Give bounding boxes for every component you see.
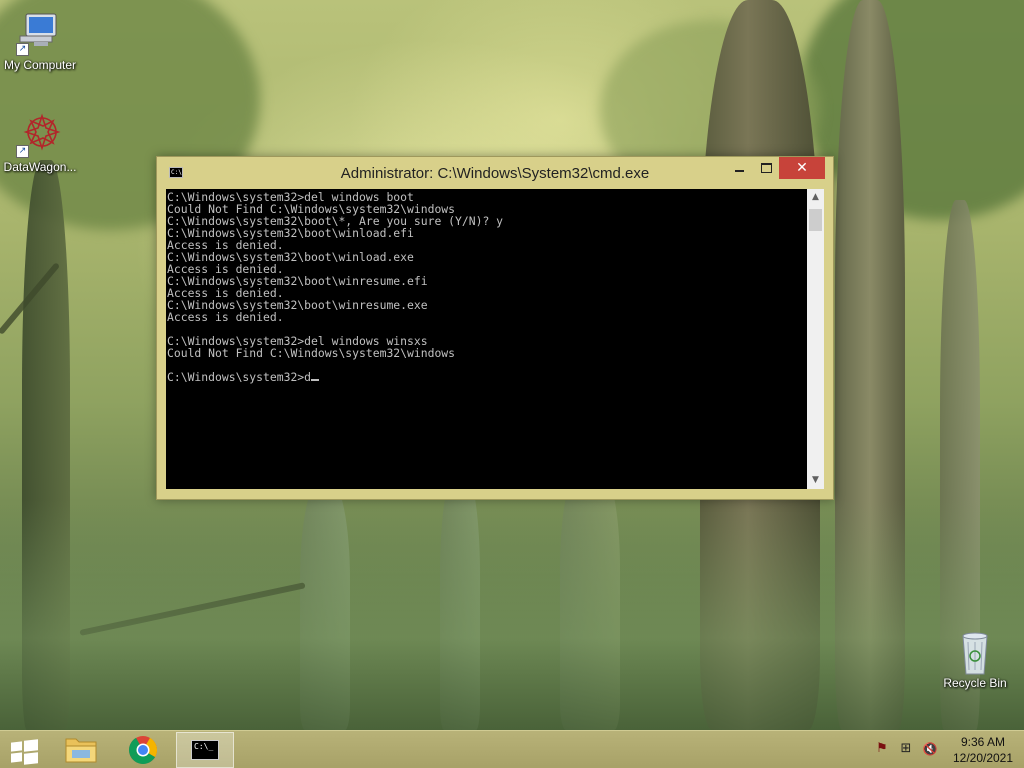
logo-pane	[11, 752, 22, 763]
maximize-icon	[760, 163, 772, 173]
vertical-scrollbar[interactable]: ▲ ▼	[807, 189, 824, 489]
title-bar[interactable]: C:\ Administrator: C:\Windows\System32\c…	[157, 157, 833, 189]
desktop-icon-label: DataWagon...	[3, 160, 77, 174]
close-icon: ✕	[796, 160, 808, 176]
console-output[interactable]: C:\Windows\system32>del windows boot Cou…	[166, 189, 807, 489]
taskbar-chrome[interactable]	[114, 732, 172, 768]
scroll-up-icon[interactable]: ▲	[807, 189, 824, 206]
logo-pane	[24, 739, 38, 752]
minimize-icon	[734, 170, 744, 172]
console-line: Access is denied.	[167, 310, 284, 324]
desktop-icon-label: My Computer	[3, 58, 77, 72]
taskbar-cmd[interactable]: C:\_	[176, 732, 234, 768]
shortcut-arrow-icon: ↗	[16, 145, 29, 158]
system-clock[interactable]: 9:36 AM 12/20/2021	[948, 734, 1018, 766]
console-line: Could Not Find C:\Windows\system32\windo…	[167, 346, 456, 360]
volume-muted-icon[interactable]: 🔇	[922, 741, 938, 757]
taskbar: C:\_ ⚑ ⊞ 🔇 9:36 AM 12/20/2021	[0, 730, 1024, 768]
datawagon-icon: ↗	[16, 112, 64, 158]
logo-pane	[11, 741, 22, 752]
computer-icon: ↗	[16, 10, 64, 56]
start-button[interactable]	[6, 736, 42, 766]
desktop-icon-my-computer[interactable]: ↗ My Computer	[0, 10, 80, 72]
clock-date: 12/20/2021	[952, 751, 1014, 765]
console-text: C:\Windows\system32>del windows boot Cou…	[166, 189, 807, 383]
minimize-button[interactable]	[725, 157, 753, 179]
folder-icon	[65, 738, 97, 763]
desktop-icon-recycle-bin[interactable]: Recycle Bin	[935, 628, 1015, 690]
recycle-bin-icon	[951, 628, 999, 675]
cmd-icon: C:\_	[191, 740, 219, 760]
scroll-thumb[interactable]	[809, 209, 822, 231]
console-prompt: C:\Windows\system32>	[167, 370, 305, 384]
maximize-button[interactable]	[753, 157, 779, 179]
desktop-icon-datawagon[interactable]: ↗ DataWagon...	[0, 112, 80, 174]
desktop-icon-label: Recycle Bin	[943, 676, 1007, 690]
cmd-window[interactable]: C:\ Administrator: C:\Windows\System32\c…	[156, 156, 834, 500]
close-button[interactable]: ✕	[779, 157, 825, 179]
desktop: ↗ My Computer ↗ DataWagon... Recycle Bin…	[0, 0, 1024, 730]
console-history: C:\Windows\system32>del windows boot Cou…	[167, 190, 503, 360]
chrome-icon	[129, 736, 157, 764]
scroll-down-icon[interactable]: ▼	[807, 472, 824, 489]
console-input[interactable]: d	[304, 370, 311, 384]
clock-time: 9:36 AM	[960, 735, 1006, 749]
cmd-icon-text: C:\_	[194, 742, 214, 751]
action-center-flag-icon[interactable]: ⚑	[874, 741, 890, 757]
network-icon[interactable]: ⊞	[898, 741, 914, 757]
shortcut-arrow-icon: ↗	[16, 43, 29, 56]
text-cursor	[311, 379, 320, 381]
wallpaper-mist	[0, 500, 1024, 730]
taskbar-file-explorer[interactable]	[52, 732, 110, 768]
logo-pane	[24, 752, 38, 765]
